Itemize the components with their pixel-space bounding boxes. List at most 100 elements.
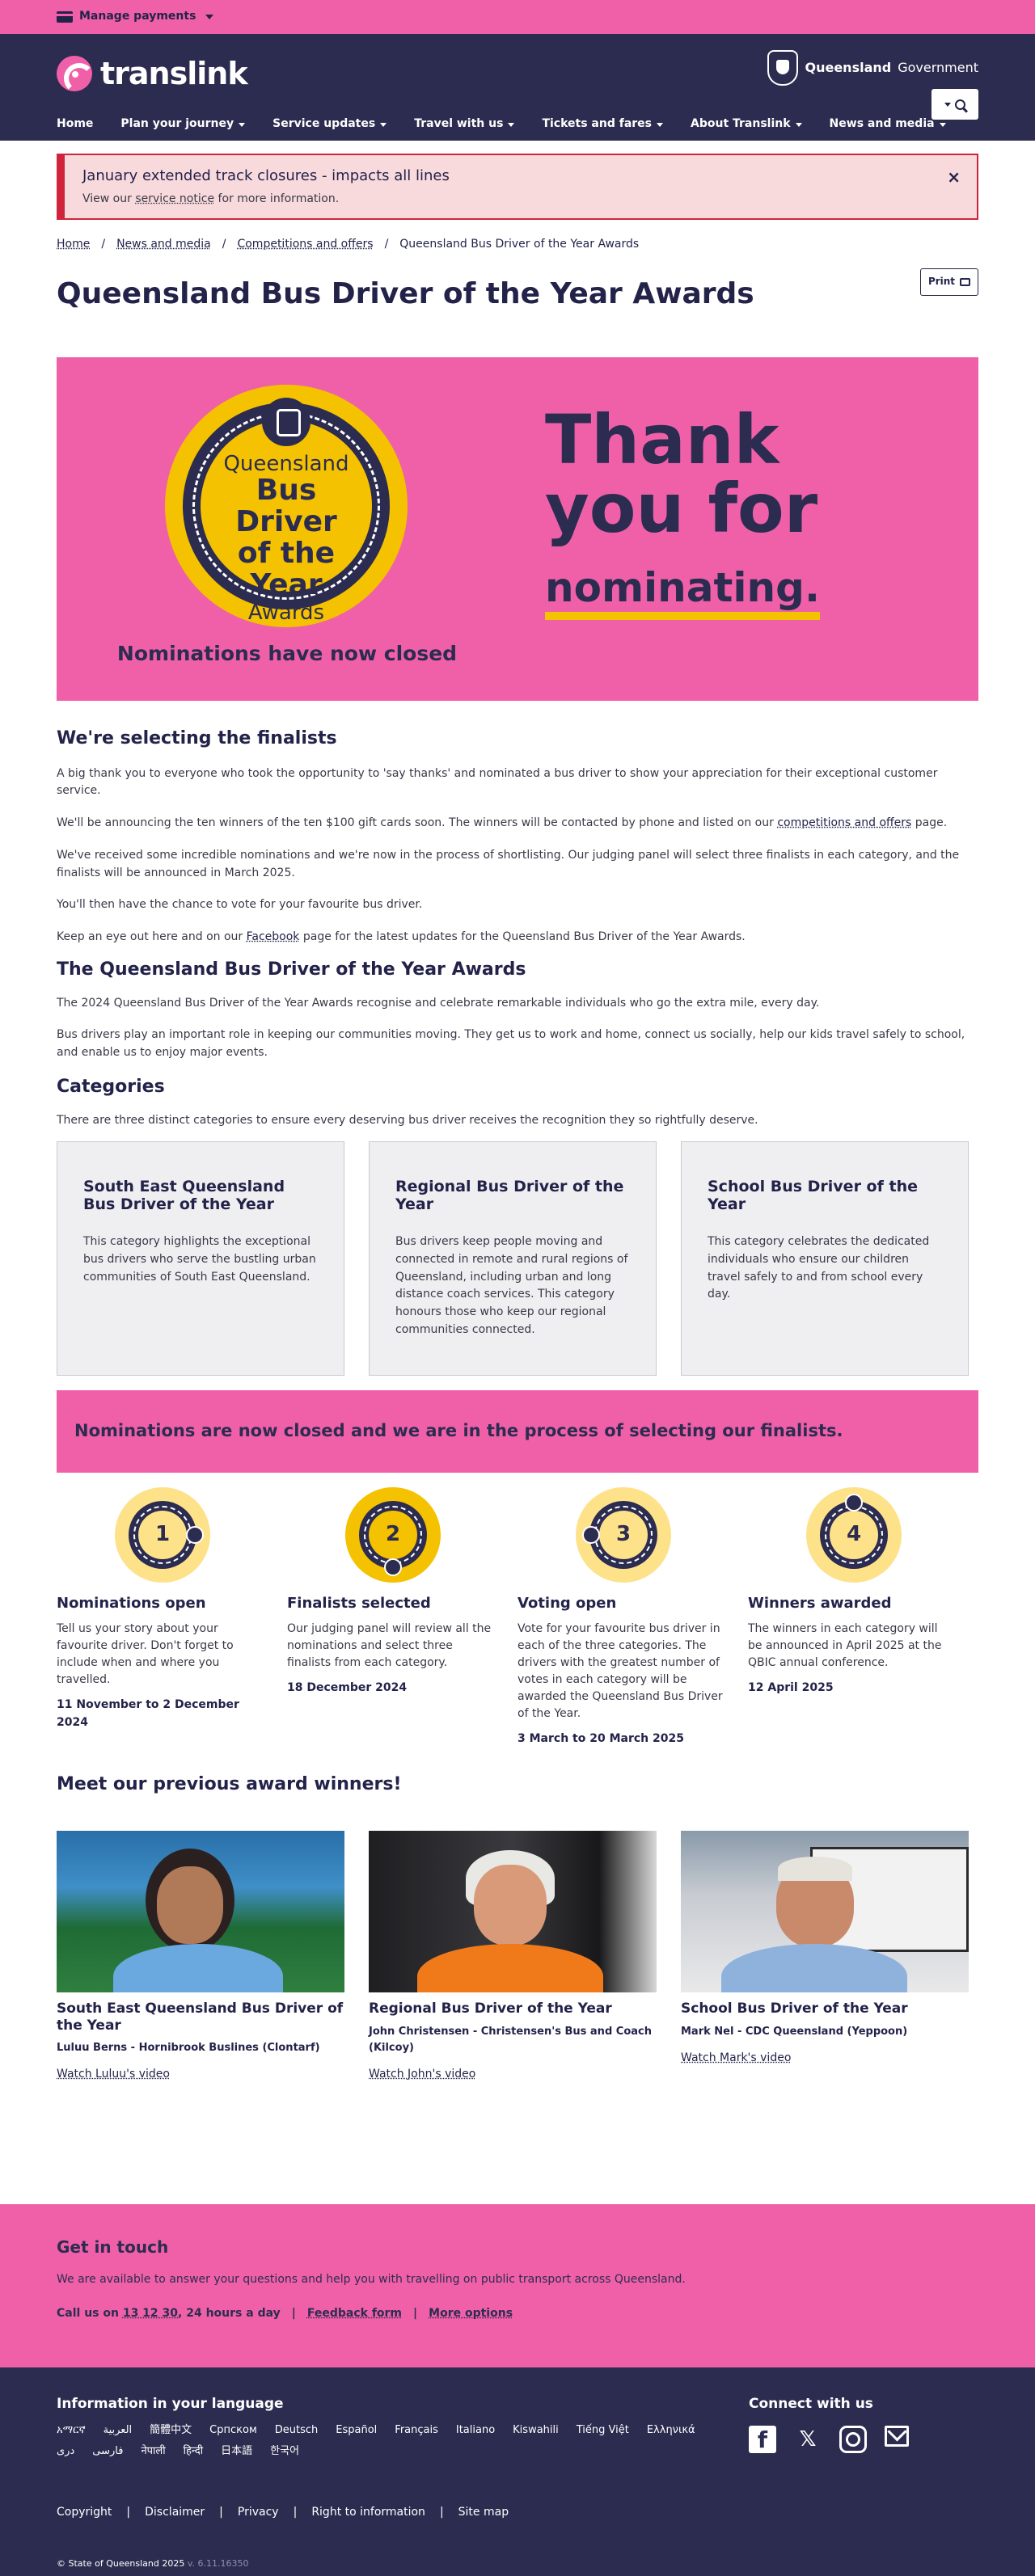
category-title: School Bus Driver of the Year — [708, 1177, 918, 1214]
contact-heading: Get in touch — [57, 2237, 169, 2257]
site-header: translink Queensland Government Home Plan… — [0, 34, 1035, 141]
copyright-notice: © State of Queensland 2025 — [57, 2558, 185, 2570]
p2-before: We'll be announcing the ten winners of t… — [57, 816, 778, 830]
category-card: South East Queensland Bus Driver of the … — [57, 1140, 344, 1376]
language-link[interactable]: Kiswahili — [513, 2422, 559, 2439]
step-number: 3 — [599, 1510, 648, 1559]
bus-icon — [845, 1493, 863, 1511]
instagram-icon[interactable] — [839, 2426, 867, 2454]
language-link[interactable]: Српском — [209, 2422, 257, 2439]
nav-item-tickets-and-fares[interactable]: Tickets and fares — [542, 116, 663, 133]
winner-card: School Bus Driver of the Year Mark Nel -… — [681, 1831, 969, 2084]
language-link[interactable]: 한국어 — [270, 2443, 299, 2460]
language-link[interactable]: Italiano — [456, 2422, 495, 2439]
step-number-circle: 2 — [345, 1486, 441, 1583]
language-link[interactable]: नेपाली — [141, 2443, 165, 2460]
translink-logo-icon — [57, 56, 92, 92]
winner-name: Mark Nel - CDC Queensland (Yeppoon) — [681, 2025, 908, 2038]
language-link[interactable]: 日本語 — [221, 2443, 252, 2460]
nav-item-travel-with-us[interactable]: Travel with us — [414, 116, 515, 133]
more-options-link[interactable]: More options — [429, 2307, 513, 2320]
translink-logo[interactable]: translink — [57, 50, 248, 98]
language-link[interactable]: Deutsch — [275, 2422, 319, 2439]
step-title: Winners awarded — [748, 1594, 892, 1612]
breadcrumb-news[interactable]: News and media — [116, 238, 211, 251]
language-link[interactable]: 簡體中文 — [150, 2422, 192, 2439]
competitions-link[interactable]: competitions and offers — [777, 816, 911, 829]
facebook-icon[interactable]: f — [749, 2426, 776, 2454]
nav-item-plan-your-journey[interactable]: Plan your journey — [120, 116, 246, 133]
timeline-step: 3 Voting open Vote for your favourite bu… — [518, 1486, 748, 1749]
service-notice-link[interactable]: service notice — [135, 192, 214, 205]
site-footer: Information in your language አማርኛ العربية… — [0, 2367, 1035, 2576]
chevron-down-icon — [205, 15, 214, 19]
bus-icon — [186, 1525, 204, 1544]
winners-heading: Meet our previous award winners! — [57, 1774, 402, 1795]
breadcrumb-home[interactable]: Home — [57, 238, 90, 251]
privacy-link[interactable]: Privacy — [238, 2504, 279, 2522]
contact-text: We are available to answer your question… — [57, 2273, 686, 2286]
x-twitter-icon[interactable]: 𝕏 — [794, 2426, 822, 2453]
chevron-down-icon — [657, 122, 663, 127]
nominations-closed-banner: Nominations are now closed and we are in… — [57, 1389, 978, 1473]
language-link[interactable]: العربية — [104, 2422, 133, 2439]
categories-list: South East Queensland Bus Driver of the … — [57, 1140, 978, 1376]
feedback-form-link[interactable]: Feedback form — [307, 2307, 402, 2320]
nav-item-service-updates[interactable]: Service updates — [272, 116, 387, 133]
nav-item-home[interactable]: Home — [57, 116, 93, 133]
manage-payments-menu[interactable]: Manage payments — [79, 8, 196, 26]
chevron-down-icon — [939, 122, 946, 127]
nav-item-label: News and media — [829, 117, 935, 131]
nav-item-news-and-media[interactable]: News and media — [830, 116, 946, 133]
chevron-down-icon — [795, 122, 802, 127]
printer-icon — [960, 277, 971, 286]
language-link[interactable]: فارسی — [92, 2443, 123, 2460]
p5-before: Keep an eye out here and on our — [57, 930, 247, 943]
awards-p2: Bus drivers play an important role in ke… — [57, 1028, 965, 1060]
copyright-link[interactable]: Copyright — [57, 2504, 112, 2522]
get-in-touch-section: Get in touch We are available to answer … — [0, 2204, 1035, 2367]
watch-video-link[interactable]: Watch John's video — [369, 2066, 475, 2084]
disclaimer-link[interactable]: Disclaimer — [145, 2504, 205, 2522]
queensland-government-logo[interactable]: Queensland Government — [767, 50, 978, 86]
selecting-p5: Keep an eye out here and on our Facebook… — [57, 929, 978, 947]
selecting-p3: We've received some incredible nominatio… — [57, 848, 960, 879]
language-link[interactable]: አማርኛ — [57, 2422, 86, 2439]
phone-link[interactable]: 13 12 30 — [123, 2307, 178, 2320]
email-subscribe-icon[interactable] — [885, 2426, 909, 2447]
site-map-link[interactable]: Site map — [458, 2504, 509, 2522]
alert-text-after: for more information. — [214, 192, 340, 205]
category-text: Bus drivers keep people moving and conne… — [395, 1235, 628, 1336]
print-button[interactable]: Print — [920, 268, 978, 296]
step-text: Our judging panel will review all the no… — [287, 1622, 492, 1670]
language-link[interactable]: Tiếng Việt — [577, 2422, 629, 2439]
coat-of-arms-icon — [767, 50, 799, 86]
language-link[interactable]: Français — [395, 2422, 438, 2439]
step-date: 18 December 2024 — [287, 1681, 408, 1695]
language-link[interactable]: हिन्दी — [184, 2443, 204, 2460]
alert-text-before: View our — [82, 192, 136, 205]
language-link[interactable]: Ελληνικά — [647, 2422, 695, 2439]
timeline-step: 2 Finalists selected Our judging panel w… — [287, 1486, 518, 1749]
bus-icon — [262, 397, 310, 446]
selecting-p2: We'll be announcing the ten winners of t… — [57, 815, 978, 833]
category-card: School Bus Driver of the Year This catego… — [681, 1140, 969, 1376]
badge-line2: Bus Driver — [235, 474, 337, 539]
language-link[interactable]: دری — [57, 2443, 74, 2460]
winner-name: John Christensen - Christensen's Bus and… — [369, 2025, 652, 2054]
breadcrumb-competitions[interactable]: Competitions and offers — [237, 238, 373, 251]
winner-category: South East Queensland Bus Driver of the … — [57, 2001, 344, 2034]
facebook-link[interactable]: Facebook — [247, 930, 300, 943]
close-icon[interactable]: × — [947, 165, 961, 190]
hero-banner: Queensland Bus Driver of the Year Awards… — [57, 356, 978, 701]
selecting-section: We're selecting the finalists A big than… — [57, 725, 978, 1130]
step-date: 3 March to 20 March 2025 — [518, 1732, 684, 1746]
watch-video-link[interactable]: Watch Luluu's video — [57, 2066, 170, 2084]
nav-item-about-translink[interactable]: About Translink — [691, 116, 802, 133]
right-to-information-link[interactable]: Right to information — [311, 2504, 425, 2522]
badge-line3: of the Year — [237, 537, 336, 601]
search-button[interactable] — [932, 89, 978, 120]
watch-video-link[interactable]: Watch Mark's video — [681, 2050, 791, 2068]
language-link[interactable]: Español — [336, 2422, 377, 2439]
version-text: v. 6.11.16350 — [187, 2558, 249, 2570]
